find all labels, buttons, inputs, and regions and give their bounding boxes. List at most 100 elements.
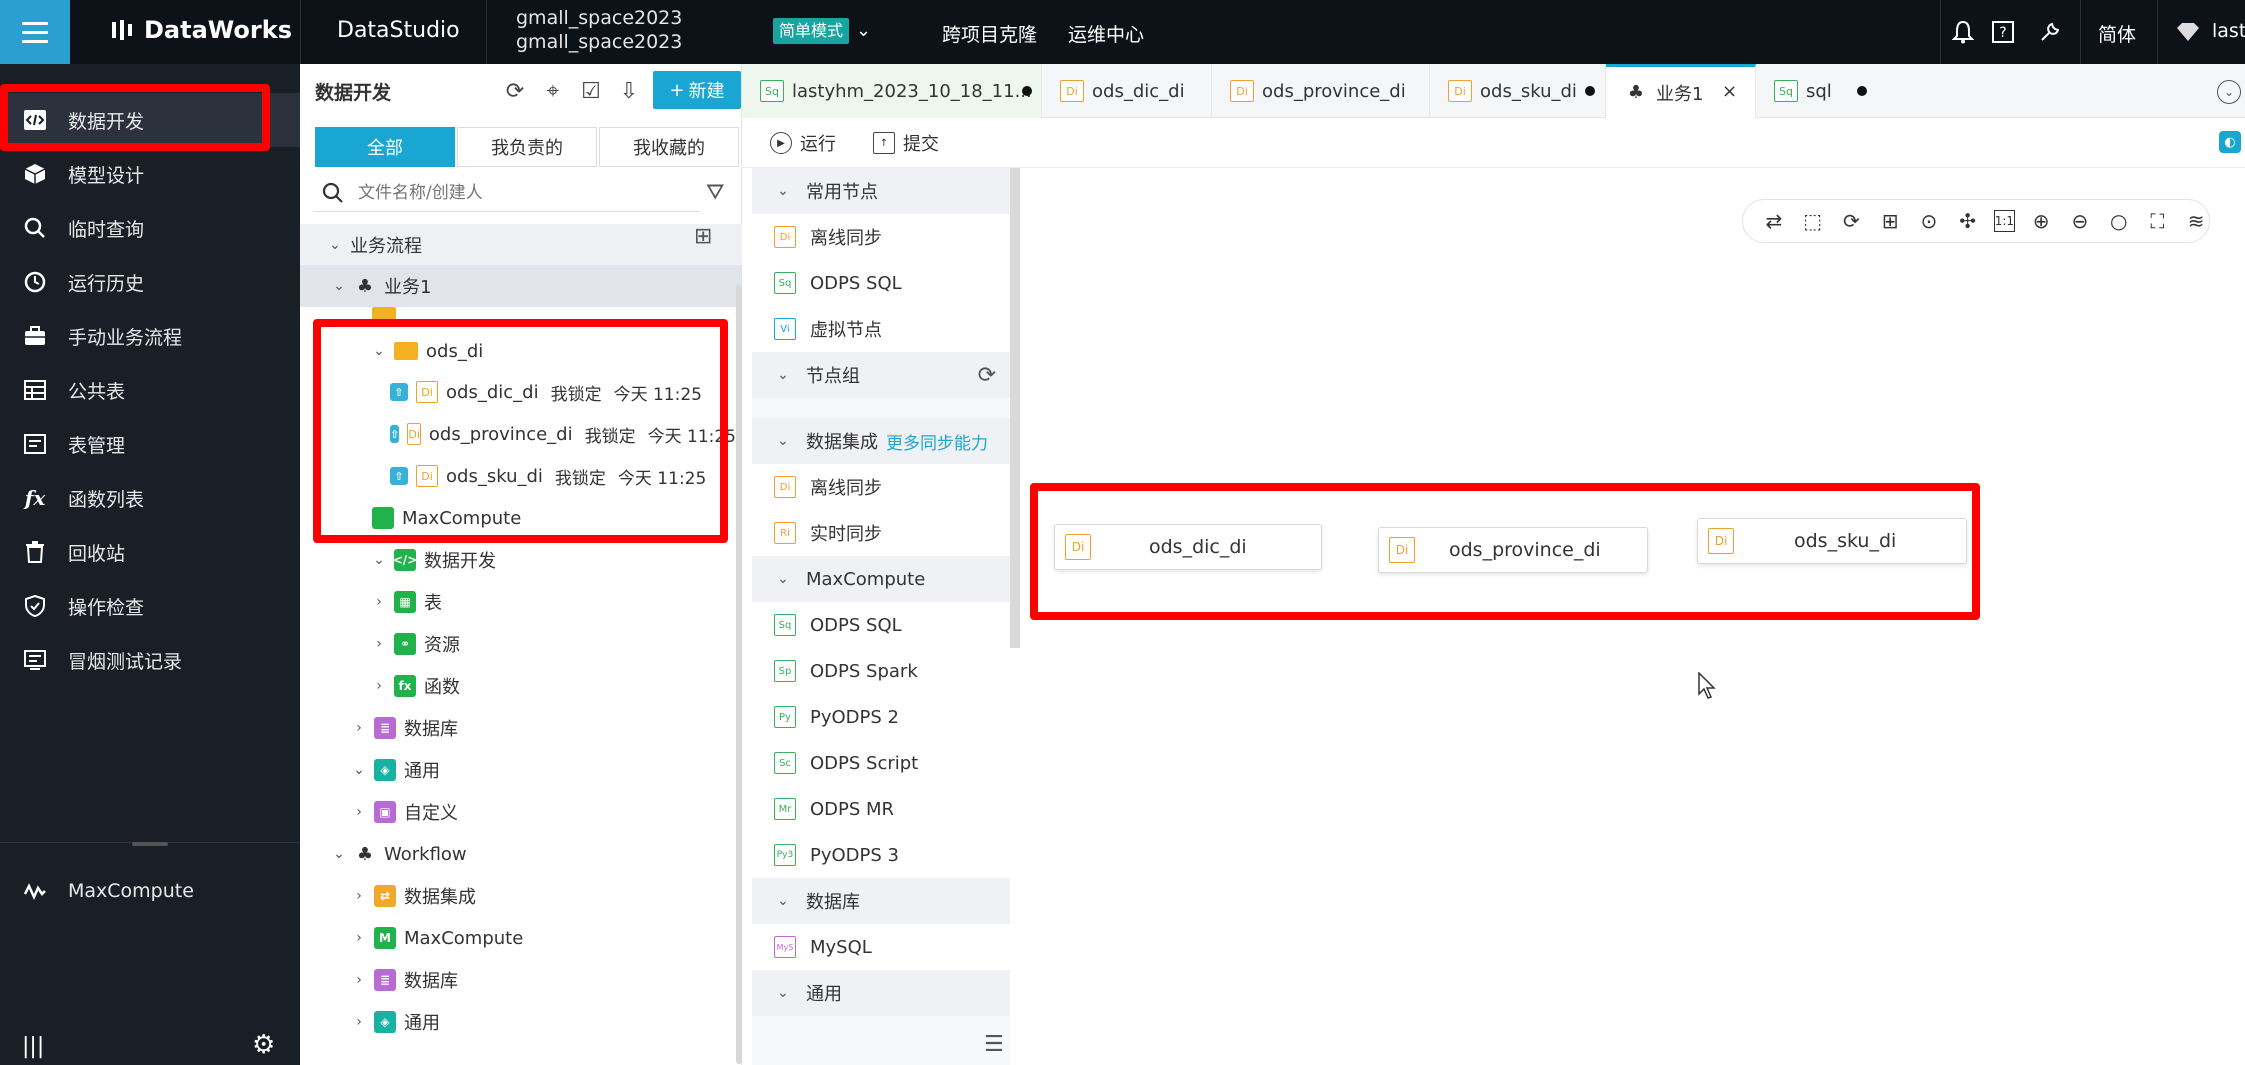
palette-group-node-group[interactable]: ⌄ 节点组 ⟳ — [752, 352, 1010, 398]
tree-scrollbar[interactable] — [736, 284, 742, 1064]
new-button[interactable]: + 新建 — [653, 71, 741, 109]
palette-group-database[interactable]: ⌄ 数据库 — [752, 878, 1010, 924]
gear-icon[interactable]: ⚙ — [252, 1030, 275, 1060]
assistant-icon[interactable]: ◐ — [2219, 131, 2241, 153]
palette-group-data-integration[interactable]: ⌄ 数据集成 更多同步能力 — [752, 418, 1010, 464]
tree-row-maxcompute[interactable]: MaxCompute — [300, 497, 742, 539]
palette-group-maxcompute[interactable]: ⌄ MaxCompute — [752, 556, 1010, 602]
nav-item-manual-flow[interactable]: 手动业务流程 — [0, 309, 300, 363]
tree-row-folder-ods-di[interactable]: ⌄ ods_di — [300, 330, 742, 372]
refresh-icon[interactable]: ⟳ — [1839, 208, 1865, 234]
tree-row-biz1[interactable]: ⌄ ♣ 业务1 — [300, 265, 742, 307]
palette-item-odps-mr[interactable]: Mr ODPS MR — [752, 786, 1010, 832]
nav-item-recycle-bin[interactable]: 回收站 — [0, 525, 300, 579]
palette-item-mysql[interactable]: MyS MySQL — [752, 924, 1010, 970]
format-icon[interactable]: ≋ — [2183, 208, 2209, 234]
tab-biz1[interactable]: ♣ 业务1 × — [1606, 64, 1756, 118]
tab-sql[interactable]: Sq sql — [1756, 64, 1876, 118]
canvas-node-ods-province-di[interactable]: Di ods_province_di — [1378, 527, 1648, 573]
filter-icon[interactable]: ⛛ — [706, 180, 724, 205]
nav-item-public-table[interactable]: 公共表 — [0, 363, 300, 417]
segment-all[interactable]: 全部 — [315, 127, 455, 167]
user-account[interactable]: lasty — [2212, 20, 2245, 42]
layout-grid-icon[interactable]: ⊞ — [1877, 208, 1903, 234]
dataworks-logo[interactable]: DataWorks — [110, 16, 292, 44]
tree-row-file-ods-province-di[interactable]: ⇧ Di ods_province_di 我锁定 今天 11:25 — [300, 413, 736, 455]
tree-row-function[interactable]: › fx 函数 — [300, 665, 742, 707]
collapse-list-icon[interactable]: ☰ — [984, 1032, 1004, 1057]
palette-item-odps-spark[interactable]: Sp ODPS Spark — [752, 648, 1010, 694]
language-selector[interactable]: 简体 — [2098, 20, 2136, 47]
tree-row-data-dev[interactable]: ⌄ </> 数据开发 — [300, 539, 742, 581]
palette-group-common[interactable]: ⌄ 常用节点 — [752, 168, 1010, 214]
checklist-icon[interactable]: ☑ — [576, 76, 606, 106]
palette-item-realtime-sync[interactable]: Ri 实时同步 — [752, 510, 1010, 556]
nav-item-run-history[interactable]: 运行历史 — [0, 255, 300, 309]
nav-item-model-design[interactable]: 模型设计 — [0, 147, 300, 201]
tree-row-wf-database[interactable]: › ≣ 数据库 — [300, 959, 742, 1001]
tree-group-business-flow[interactable]: ⌄ 业务流程 — [300, 224, 742, 266]
tree-row-hidden-folder[interactable] — [300, 306, 742, 326]
segment-favorites[interactable]: 我收藏的 — [599, 127, 739, 167]
nav-cross-project-clone[interactable]: 跨项目克隆 — [942, 20, 1037, 47]
tree-row-wf-general[interactable]: › ◈ 通用 — [300, 1001, 742, 1043]
tab-ods-province-di[interactable]: Di ods_province_di — [1212, 64, 1430, 118]
nav-item-adhoc-query[interactable]: 临时查询 — [0, 201, 300, 255]
tree-row-resource[interactable]: › ⚭ 资源 — [300, 623, 742, 665]
search-input[interactable] — [358, 182, 678, 203]
hamburger-menu-button[interactable] — [0, 0, 70, 64]
locate-icon[interactable]: ⌖ — [538, 76, 568, 106]
tree-row-workflow[interactable]: ⌄ ♣ Workflow — [300, 833, 742, 875]
run-button[interactable]: ▶ 运行 — [770, 130, 836, 156]
palette-item-odps-script[interactable]: Sc ODPS Script — [752, 740, 1010, 786]
segment-mine[interactable]: 我负责的 — [457, 127, 597, 167]
tree-row-file-ods-dic-di[interactable]: ⇧ Di ods_dic_di 我锁定 今天 11:25 — [300, 371, 742, 413]
app-name[interactable]: DataStudio — [337, 18, 460, 43]
palette-item-pyodps2[interactable]: Py PyODPS 2 — [752, 694, 1010, 740]
tab-sql-lastyhm[interactable]: Sq lastyhm_2023_10_18_11... — [742, 64, 1042, 118]
refresh-icon[interactable]: ⟳ — [978, 363, 996, 388]
nav-item-function-list[interactable]: fx 函数列表 — [0, 471, 300, 525]
shrink-icon[interactable]: ✣ — [1955, 208, 1981, 234]
mode-selector[interactable]: 简单模式 — [773, 18, 850, 44]
canvas-node-ods-dic-di[interactable]: Di ods_dic_di — [1054, 524, 1322, 570]
chevron-down-icon[interactable]: ⌄ — [856, 20, 871, 41]
palette-item-virtual-node[interactable]: Vi 虚拟节点 — [752, 306, 1010, 352]
tree-row-data-integration[interactable]: › ⇄ 数据集成 — [300, 875, 742, 917]
swap-direction-icon[interactable]: ⇄ — [1761, 208, 1787, 234]
nav-item-maxcompute[interactable]: MaxCompute — [0, 864, 300, 918]
collapse-nav-icon[interactable]: ||| — [22, 1034, 44, 1059]
import-icon[interactable]: ⇩ — [614, 76, 644, 106]
palette-item-odps-sql[interactable]: Sq ODPS SQL — [752, 260, 1010, 306]
tree-row-table[interactable]: › ▦ 表 — [300, 581, 742, 623]
tab-ods-sku-di[interactable]: Di ods_sku_di — [1430, 64, 1606, 118]
bell-icon[interactable] — [1947, 16, 1979, 48]
chevron-down-icon[interactable]: ⌄ — [2217, 80, 2241, 104]
more-sync-link[interactable]: 更多同步能力 — [886, 429, 988, 454]
refresh-icon[interactable]: ⟳ — [500, 76, 530, 106]
wrench-icon[interactable] — [2034, 16, 2066, 48]
palette-scrollbar[interactable] — [1010, 168, 1020, 648]
canvas-node-ods-sku-di[interactable]: Di ods_sku_di — [1697, 518, 1967, 564]
palette-group-general[interactable]: ⌄ 通用 — [752, 970, 1010, 1016]
workspace-selector[interactable]: gmall_space2023 gmall_space2023 — [516, 6, 682, 54]
actual-size-icon[interactable]: 1:1 — [1993, 210, 2016, 232]
close-icon[interactable]: × — [1722, 81, 1737, 102]
submit-button[interactable]: ↑ 提交 — [873, 130, 939, 156]
tree-row-file-ods-sku-di[interactable]: ⇧ Di ods_sku_di 我锁定 今天 11:25 — [300, 455, 742, 497]
tree-row-database[interactable]: › ≣ 数据库 — [300, 707, 742, 749]
tree-row-custom[interactable]: › ▣ 自定义 — [300, 791, 742, 833]
tree-row-wf-maxcompute[interactable]: › M MaxCompute — [300, 917, 742, 959]
palette-item-mc-odps-sql[interactable]: Sq ODPS SQL — [752, 602, 1010, 648]
fullscreen-icon[interactable]: ⛶ — [2145, 208, 2171, 234]
grid-view-icon[interactable]: ⊞ — [694, 224, 712, 249]
zoom-in-icon[interactable]: ⊕ — [2028, 208, 2054, 234]
search-icon[interactable]: ○ — [2106, 208, 2132, 234]
target-icon[interactable]: ⊙ — [1916, 208, 1942, 234]
nav-item-data-dev[interactable]: 数据开发 — [0, 93, 300, 147]
nav-item-operation-check[interactable]: 操作检查 — [0, 579, 300, 633]
zoom-out-icon[interactable]: ⊖ — [2067, 208, 2093, 234]
nav-item-smoke-test[interactable]: 冒烟测试记录 — [0, 633, 300, 687]
box-select-icon[interactable]: ⬚ — [1800, 208, 1826, 234]
help-icon[interactable]: ? — [1987, 16, 2019, 48]
